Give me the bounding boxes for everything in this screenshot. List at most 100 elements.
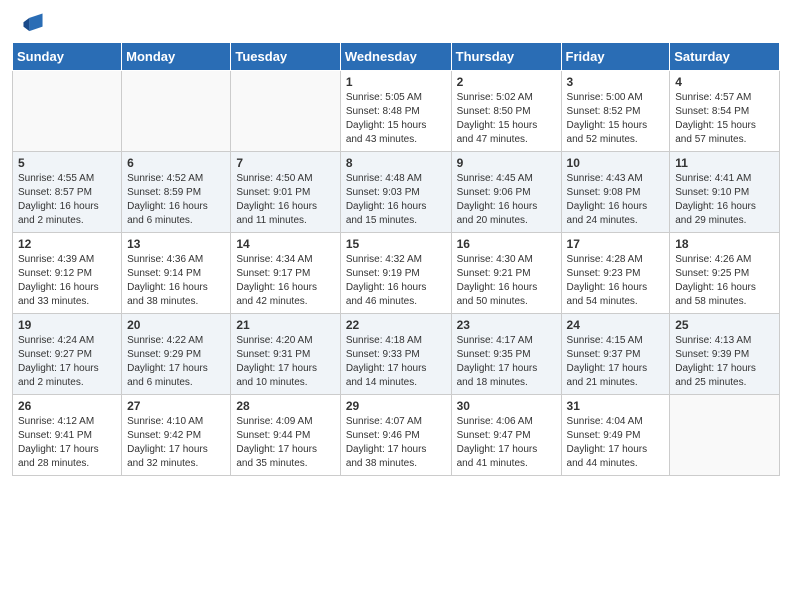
day-info: Sunrise: 5:02 AM Sunset: 8:50 PM Dayligh… <box>457 91 556 147</box>
day-number: 4 <box>675 75 774 89</box>
day-info: Sunrise: 4:52 AM Sunset: 8:59 PM Dayligh… <box>127 172 225 228</box>
day-number: 19 <box>18 318 116 332</box>
calendar-cell: 3Sunrise: 5:00 AM Sunset: 8:52 PM Daylig… <box>561 71 670 152</box>
day-number: 31 <box>567 399 665 413</box>
calendar-cell: 26 Sunrise: 4:12 AM Sunset: 9:41 PM Dayli… <box>13 395 122 476</box>
calendar-table: SundayMondayTuesdayWednesdayThursdayFrid… <box>12 42 780 476</box>
weekday-header-wednesday: Wednesday <box>340 43 451 71</box>
day-info: Sunrise: 4:13 AM Sunset: 9:39 PM Dayligh… <box>675 334 774 390</box>
weekday-header-sunday: Sunday <box>13 43 122 71</box>
calendar-cell: 21Sunrise: 4:20 AM Sunset: 9:31 PM Dayli… <box>231 314 340 395</box>
day-number: 9 <box>457 156 556 170</box>
day-number: 14 <box>236 237 334 251</box>
calendar-cell: 4 Sunrise: 4:57 AM Sunset: 8:54 PM Daylig… <box>670 71 780 152</box>
calendar-cell: 10 Sunrise: 4:43 AM Sunset: 9:08 PM Dayli… <box>561 152 670 233</box>
day-info: Sunrise: 4:55 AM Sunset: 8:57 PM Dayligh… <box>18 172 116 228</box>
calendar-wrapper: SundayMondayTuesdayWednesdayThursdayFrid… <box>0 42 792 488</box>
day-number: 30 <box>457 399 556 413</box>
day-info: Sunrise: 4:22 AM Sunset: 9:29 PM Dayligh… <box>127 334 225 390</box>
logo <box>18 12 44 34</box>
day-info: Sunrise: 4:26 AM Sunset: 9:25 PM Dayligh… <box>675 253 774 309</box>
calendar-cell: 12Sunrise: 4:39 AM Sunset: 9:12 PM Dayli… <box>13 233 122 314</box>
day-info: Sunrise: 4:20 AM Sunset: 9:31 PM Dayligh… <box>236 334 334 390</box>
week-row-4: 19 Sunrise: 4:24 AM Sunset: 9:27 PM Dayli… <box>13 314 780 395</box>
calendar-cell: 19 Sunrise: 4:24 AM Sunset: 9:27 PM Dayli… <box>13 314 122 395</box>
day-number: 11 <box>675 156 774 170</box>
calendar-cell: 22Sunrise: 4:18 AM Sunset: 9:33 PM Dayli… <box>340 314 451 395</box>
week-row-2: 5 Sunrise: 4:55 AM Sunset: 8:57 PM Daylig… <box>13 152 780 233</box>
calendar-cell: 13 Sunrise: 4:36 AM Sunset: 9:14 PM Dayli… <box>122 233 231 314</box>
day-info: Sunrise: 4:36 AM Sunset: 9:14 PM Dayligh… <box>127 253 225 309</box>
week-row-1: 1Sunrise: 5:05 AM Sunset: 8:48 PM Daylig… <box>13 71 780 152</box>
calendar-cell: 24 Sunrise: 4:15 AM Sunset: 9:37 PM Dayli… <box>561 314 670 395</box>
day-info: Sunrise: 4:09 AM Sunset: 9:44 PM Dayligh… <box>236 415 334 471</box>
weekday-header-tuesday: Tuesday <box>231 43 340 71</box>
day-info: Sunrise: 4:32 AM Sunset: 9:19 PM Dayligh… <box>346 253 446 309</box>
day-info: Sunrise: 4:04 AM Sunset: 9:49 PM Dayligh… <box>567 415 665 471</box>
day-number: 23 <box>457 318 556 332</box>
day-number: 26 <box>18 399 116 413</box>
calendar-cell: 14Sunrise: 4:34 AM Sunset: 9:17 PM Dayli… <box>231 233 340 314</box>
day-number: 10 <box>567 156 665 170</box>
day-number: 27 <box>127 399 225 413</box>
weekday-header-row: SundayMondayTuesdayWednesdayThursdayFrid… <box>13 43 780 71</box>
day-info: Sunrise: 4:28 AM Sunset: 9:23 PM Dayligh… <box>567 253 665 309</box>
calendar-cell: 5 Sunrise: 4:55 AM Sunset: 8:57 PM Daylig… <box>13 152 122 233</box>
weekday-header-monday: Monday <box>122 43 231 71</box>
calendar-cell: 28 Sunrise: 4:09 AM Sunset: 9:44 PM Dayli… <box>231 395 340 476</box>
day-number: 16 <box>457 237 556 251</box>
calendar-cell: 6 Sunrise: 4:52 AM Sunset: 8:59 PM Daylig… <box>122 152 231 233</box>
day-number: 5 <box>18 156 116 170</box>
day-number: 20 <box>127 318 225 332</box>
day-number: 24 <box>567 318 665 332</box>
day-info: Sunrise: 4:43 AM Sunset: 9:08 PM Dayligh… <box>567 172 665 228</box>
day-info: Sunrise: 4:45 AM Sunset: 9:06 PM Dayligh… <box>457 172 556 228</box>
day-info: Sunrise: 4:24 AM Sunset: 9:27 PM Dayligh… <box>18 334 116 390</box>
calendar-cell: 25 Sunrise: 4:13 AM Sunset: 9:39 PM Dayli… <box>670 314 780 395</box>
weekday-header-thursday: Thursday <box>451 43 561 71</box>
day-info: Sunrise: 4:06 AM Sunset: 9:47 PM Dayligh… <box>457 415 556 471</box>
day-info: Sunrise: 4:30 AM Sunset: 9:21 PM Dayligh… <box>457 253 556 309</box>
day-number: 12 <box>18 237 116 251</box>
calendar-cell: 2 Sunrise: 5:02 AM Sunset: 8:50 PM Daylig… <box>451 71 561 152</box>
day-number: 2 <box>457 75 556 89</box>
calendar-cell: 18 Sunrise: 4:26 AM Sunset: 9:25 PM Dayli… <box>670 233 780 314</box>
day-number: 3 <box>567 75 665 89</box>
calendar-cell: 17 Sunrise: 4:28 AM Sunset: 9:23 PM Dayli… <box>561 233 670 314</box>
day-info: Sunrise: 4:50 AM Sunset: 9:01 PM Dayligh… <box>236 172 334 228</box>
page-header <box>0 0 792 42</box>
weekday-header-friday: Friday <box>561 43 670 71</box>
day-number: 7 <box>236 156 334 170</box>
day-number: 18 <box>675 237 774 251</box>
weekday-header-saturday: Saturday <box>670 43 780 71</box>
calendar-cell: 20 Sunrise: 4:22 AM Sunset: 9:29 PM Dayli… <box>122 314 231 395</box>
calendar-cell: 9 Sunrise: 4:45 AM Sunset: 9:06 PM Daylig… <box>451 152 561 233</box>
calendar-cell: 15Sunrise: 4:32 AM Sunset: 9:19 PM Dayli… <box>340 233 451 314</box>
calendar-header: SundayMondayTuesdayWednesdayThursdayFrid… <box>13 43 780 71</box>
calendar-cell <box>231 71 340 152</box>
day-number: 17 <box>567 237 665 251</box>
calendar-body: 1Sunrise: 5:05 AM Sunset: 8:48 PM Daylig… <box>13 71 780 476</box>
logo-icon <box>22 12 44 34</box>
day-info: Sunrise: 4:12 AM Sunset: 9:41 PM Dayligh… <box>18 415 116 471</box>
day-number: 1 <box>346 75 446 89</box>
day-info: Sunrise: 4:10 AM Sunset: 9:42 PM Dayligh… <box>127 415 225 471</box>
day-number: 8 <box>346 156 446 170</box>
day-info: Sunrise: 4:07 AM Sunset: 9:46 PM Dayligh… <box>346 415 446 471</box>
calendar-cell: 23Sunrise: 4:17 AM Sunset: 9:35 PM Dayli… <box>451 314 561 395</box>
day-number: 28 <box>236 399 334 413</box>
calendar-cell: 29Sunrise: 4:07 AM Sunset: 9:46 PM Dayli… <box>340 395 451 476</box>
day-number: 6 <box>127 156 225 170</box>
day-number: 25 <box>675 318 774 332</box>
calendar-cell <box>13 71 122 152</box>
calendar-cell: 27 Sunrise: 4:10 AM Sunset: 9:42 PM Dayli… <box>122 395 231 476</box>
calendar-cell: 1Sunrise: 5:05 AM Sunset: 8:48 PM Daylig… <box>340 71 451 152</box>
calendar-cell <box>670 395 780 476</box>
day-info: Sunrise: 4:15 AM Sunset: 9:37 PM Dayligh… <box>567 334 665 390</box>
calendar-cell <box>122 71 231 152</box>
calendar-cell: 8Sunrise: 4:48 AM Sunset: 9:03 PM Daylig… <box>340 152 451 233</box>
day-number: 13 <box>127 237 225 251</box>
day-info: Sunrise: 4:57 AM Sunset: 8:54 PM Dayligh… <box>675 91 774 147</box>
week-row-5: 26 Sunrise: 4:12 AM Sunset: 9:41 PM Dayli… <box>13 395 780 476</box>
week-row-3: 12Sunrise: 4:39 AM Sunset: 9:12 PM Dayli… <box>13 233 780 314</box>
